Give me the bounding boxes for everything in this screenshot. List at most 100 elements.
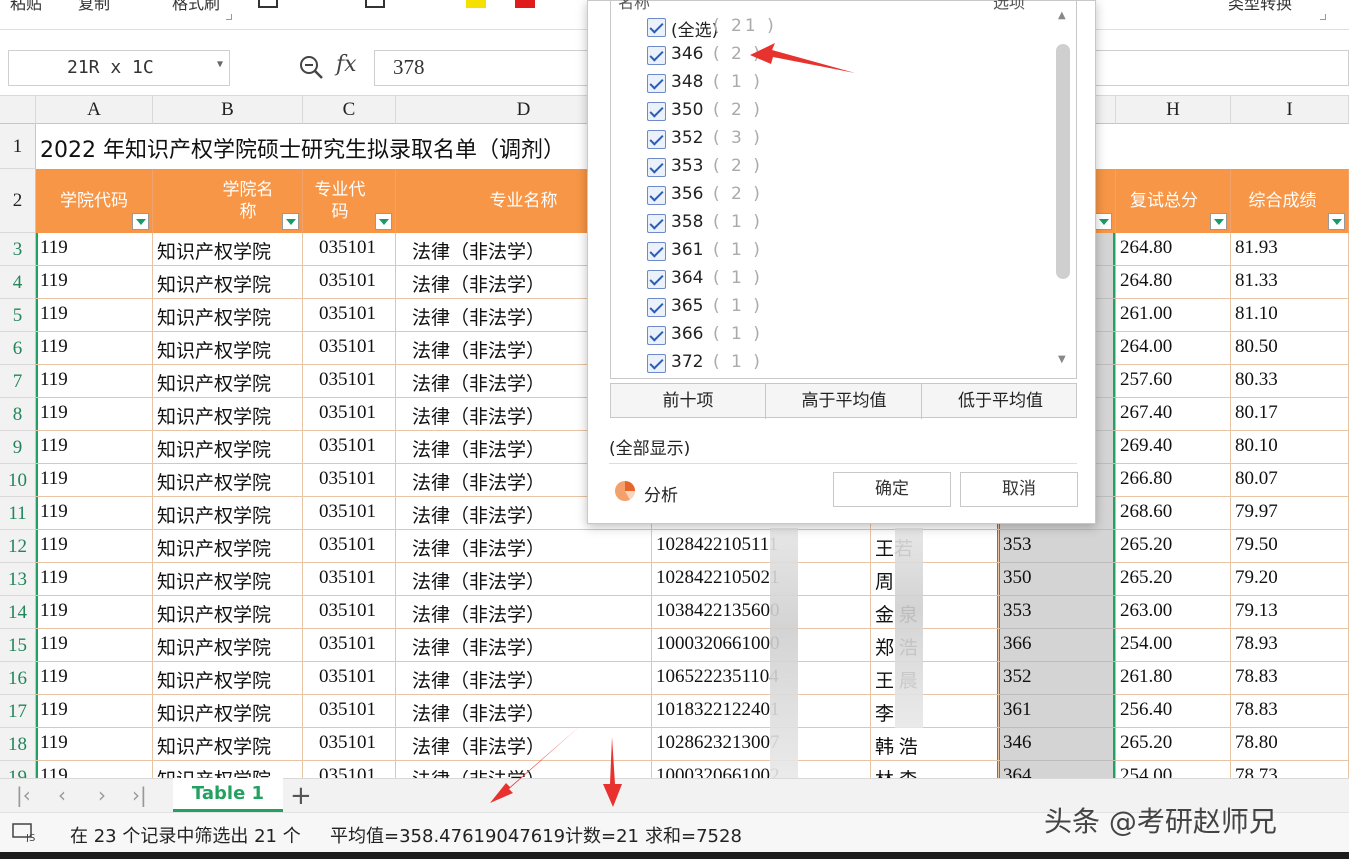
table-cell-f[interactable]: 韩 浩: [871, 728, 999, 761]
table-cell-g[interactable]: 346: [999, 728, 1116, 761]
table-cell-b[interactable]: 知识产权学院: [153, 431, 303, 464]
table-cell-i[interactable]: 80.17: [1231, 398, 1349, 431]
table-cell-b[interactable]: 知识产权学院: [153, 464, 303, 497]
checkbox-checked-icon[interactable]: [647, 270, 666, 289]
table-cell-i[interactable]: 80.50: [1231, 332, 1349, 365]
ok-button[interactable]: 确定: [833, 472, 951, 507]
ribbon-format-painter[interactable]: 格式刷: [172, 0, 220, 14]
table-cell-a[interactable]: 119: [36, 332, 153, 365]
ribbon-type-convert[interactable]: 类型转换: [1228, 0, 1292, 14]
table-cell-c[interactable]: 035101: [303, 662, 396, 695]
scroll-down-icon[interactable]: ▼: [1058, 354, 1066, 365]
table-cell-a[interactable]: 119: [36, 629, 153, 662]
next-sheet-icon[interactable]: ›: [98, 783, 106, 807]
table-cell-c[interactable]: 035101: [303, 629, 396, 662]
table-cell-c[interactable]: 035101: [303, 728, 396, 761]
table-cell-h[interactable]: 261.80: [1116, 662, 1231, 695]
row-header[interactable]: 17: [0, 695, 36, 728]
row-header[interactable]: 14: [0, 596, 36, 629]
table-cell-g[interactable]: 366: [999, 629, 1116, 662]
table-cell-a[interactable]: 119: [36, 596, 153, 629]
table-cell-d[interactable]: 法律（非法学）: [396, 629, 652, 662]
ribbon-copy[interactable]: 复制: [78, 0, 110, 14]
table-cell-c[interactable]: 035101: [303, 398, 396, 431]
table-cell-c[interactable]: 035101: [303, 431, 396, 464]
checkbox-checked-icon[interactable]: [647, 354, 666, 373]
table-cell-a[interactable]: 119: [36, 662, 153, 695]
table-cell-d[interactable]: 法律（非法学）: [396, 596, 652, 629]
table-cell-b[interactable]: 知识产权学院: [153, 530, 303, 563]
table-cell-b[interactable]: 知识产权学院: [153, 365, 303, 398]
header-cell-college-code[interactable]: 学院代码: [36, 169, 153, 233]
table-cell-a[interactable]: 119: [36, 431, 153, 464]
table-cell-i[interactable]: 79.50: [1231, 530, 1349, 563]
border-icon[interactable]: [365, 0, 385, 8]
table-cell-a[interactable]: 119: [36, 464, 153, 497]
row-header[interactable]: 12: [0, 530, 36, 563]
column-header-c[interactable]: C: [303, 96, 396, 124]
row-header[interactable]: 6: [0, 332, 36, 365]
column-header-b[interactable]: B: [153, 96, 303, 124]
table-cell-e[interactable]: 1065222351104: [652, 662, 871, 695]
table-cell-b[interactable]: 知识产权学院: [153, 662, 303, 695]
row-header[interactable]: 4: [0, 266, 36, 299]
table-cell-i[interactable]: 79.13: [1231, 596, 1349, 629]
chevron-down-icon[interactable]: ▼: [217, 59, 223, 70]
bold-icon[interactable]: [258, 0, 278, 8]
table-cell-h[interactable]: 265.20: [1116, 728, 1231, 761]
filter-dropdown-button[interactable]: [132, 213, 149, 230]
table-cell-d[interactable]: 法律（非法学）: [396, 563, 652, 596]
table-cell-b[interactable]: 知识产权学院: [153, 629, 303, 662]
table-cell-h[interactable]: 256.40: [1116, 695, 1231, 728]
table-cell-a[interactable]: 119: [36, 365, 153, 398]
table-cell-f[interactable]: 王若: [871, 530, 999, 563]
table-cell-i[interactable]: 80.10: [1231, 431, 1349, 464]
table-cell-g[interactable]: 353: [999, 596, 1116, 629]
table-cell-i[interactable]: 80.07: [1231, 464, 1349, 497]
table-cell-f[interactable]: 林 森: [871, 761, 999, 778]
table-cell-i[interactable]: 78.80: [1231, 728, 1349, 761]
table-cell-d[interactable]: 法律（非法学）: [396, 530, 652, 563]
table-cell-c[interactable]: 035101: [303, 530, 396, 563]
table-cell-d[interactable]: 法律（非法学）: [396, 662, 652, 695]
checkbox-checked-icon[interactable]: [647, 46, 666, 65]
row-header[interactable]: 2: [0, 169, 36, 233]
header-cell-retest-total[interactable]: 复试总分: [1116, 169, 1231, 233]
ribbon-group-launcher-right[interactable]: [1320, 14, 1326, 20]
table-cell-h[interactable]: 265.20: [1116, 530, 1231, 563]
checkbox-checked-icon[interactable]: [647, 130, 666, 149]
table-cell-e[interactable]: 1028422105111: [652, 530, 871, 563]
table-cell-d[interactable]: 法律（非法学）: [396, 761, 652, 778]
table-cell-b[interactable]: 知识产权学院: [153, 266, 303, 299]
table-cell-a[interactable]: 119: [36, 266, 153, 299]
checkbox-checked-icon[interactable]: [647, 186, 666, 205]
table-cell-f[interactable]: 金 泉: [871, 596, 999, 629]
table-cell-d[interactable]: 法律（非法学）: [396, 695, 652, 728]
table-cell-h[interactable]: 265.20: [1116, 563, 1231, 596]
checkbox-checked-icon[interactable]: [647, 242, 666, 261]
table-cell-f[interactable]: 周: [871, 563, 999, 596]
row-header[interactable]: 11: [0, 497, 36, 530]
checkbox-checked-icon[interactable]: [647, 18, 666, 37]
table-cell-b[interactable]: 知识产权学院: [153, 695, 303, 728]
filter-dropdown-button[interactable]: [1095, 213, 1112, 230]
scroll-up-icon[interactable]: ▲: [1058, 10, 1066, 21]
checkbox-checked-icon[interactable]: [647, 298, 666, 317]
table-cell-h[interactable]: 254.00: [1116, 629, 1231, 662]
table-cell-i[interactable]: 80.33: [1231, 365, 1349, 398]
table-cell-f[interactable]: 郑 浩: [871, 629, 999, 662]
cancel-button[interactable]: 取消: [960, 472, 1078, 507]
table-cell-i[interactable]: 81.33: [1231, 266, 1349, 299]
table-cell-b[interactable]: 知识产权学院: [153, 596, 303, 629]
table-cell-h[interactable]: 264.00: [1116, 332, 1231, 365]
checkbox-checked-icon[interactable]: [647, 74, 666, 93]
table-cell-c[interactable]: 035101: [303, 761, 396, 778]
table-cell-h[interactable]: 269.40: [1116, 431, 1231, 464]
filter-dropdown-button[interactable]: [375, 213, 392, 230]
table-cell-h[interactable]: 268.60: [1116, 497, 1231, 530]
filter-dropdown-button[interactable]: [1328, 213, 1345, 230]
table-cell-a[interactable]: 119: [36, 398, 153, 431]
row-header[interactable]: 19: [0, 761, 36, 778]
table-cell-c[interactable]: 035101: [303, 464, 396, 497]
table-cell-f[interactable]: 王 晨: [871, 662, 999, 695]
